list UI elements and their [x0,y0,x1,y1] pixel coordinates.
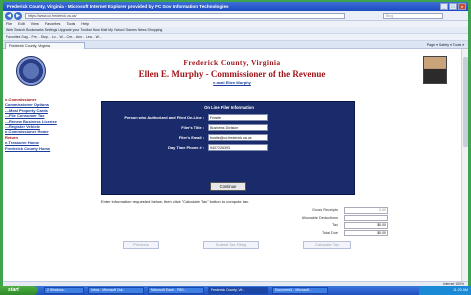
taskbar-item-ie[interactable]: Frederick County, Vir... [208,287,268,294]
taskbar-item-excel[interactable]: Microsoft Excel - FBS... [148,287,204,294]
favorites-bar[interactable]: Favorites Sug... Fre... Stop... Lo... W.… [3,34,468,41]
minimize-button[interactable]: _ [440,3,448,10]
gross-receipts-input[interactable] [344,207,388,214]
taskbar-item-windows[interactable]: 2 Windows... [44,287,84,294]
nav-frederick-county-home[interactable]: Frederick County Home [5,146,93,151]
person-label: Person who Authorized and Filed On-Line … [124,115,204,120]
close-button[interactable]: × [458,3,466,10]
total-due-field [344,229,388,236]
filer-info-form: On Line Filer Information Person who Aut… [101,101,355,195]
back-button[interactable]: ◀ [5,12,13,20]
navigation-bar: ◀ ▶ https://www.co.frederick.va.us/ Bing [3,11,468,21]
previous-button[interactable]: Previous [123,241,159,249]
title-input[interactable] [208,124,268,131]
phone-label: Day Time Phone # : [168,145,204,150]
start-button[interactable]: start [0,286,38,295]
form-row-email: Filer's Email : [112,134,352,142]
vertical-scrollbar[interactable] [461,49,468,281]
tax-label: Tax [332,223,338,227]
phone-input[interactable] [208,144,268,151]
search-input[interactable]: Bing [383,13,443,19]
desktop-frame: Frederick County, Virginia - Microsoft I… [0,0,471,295]
deductions-label: Allowable Deductions [301,215,338,220]
form-row-phone: Day Time Phone # : [112,144,352,152]
instructions-text: Enter information requested below, then … [101,199,250,204]
tab-frederick-county[interactable]: Frederick County, Virginia [5,42,85,49]
taskbar-item-outlook[interactable]: Inbox - Microsoft Out... [88,287,144,294]
person-input[interactable] [208,114,268,121]
page-content: Frederick County, Virginia Ellen E. Murp… [3,49,461,281]
forward-button[interactable]: ▶ [14,12,22,20]
calc-row-total: Total Due [228,229,388,238]
gross-receipts-label: Gross Receipts [312,208,338,212]
yahoo-toolbar[interactable]: Web Search Bookmarks Settings Upgrade yo… [3,27,468,34]
deductions-input[interactable] [344,214,388,221]
calc-row-deductions: Allowable Deductions [228,214,388,223]
system-tray-clock: 11:20 AM [419,286,471,295]
email-input[interactable] [208,134,268,141]
taskbar-item-word[interactable]: Document1 - Microsoft... [272,287,328,294]
tax-calculator: Gross Receipts Allowable Deductions Tax … [228,207,388,237]
scrollbar-thumb[interactable] [463,57,468,147]
email-label: Filer's Email : [178,135,204,140]
title-label: Filer's Title : [181,125,204,130]
tax-field [344,222,388,229]
form-row-title: Filer's Title : [112,124,352,132]
left-navigation: e-Commissioner Commissioner Options ---M… [5,97,93,151]
form-row-person: Person who Authorized and Filed On-Line … [112,114,352,122]
address-bar[interactable]: https://www.co.frederick.va.us/ [25,13,345,19]
calc-row-gross: Gross Receipts [228,207,388,215]
taskbar: start 2 Windows... Inbox - Microsoft Out… [0,286,471,295]
page-commands[interactable]: Page ▾ Safety ▾ Tools ▾ [427,42,464,48]
county-title: Frederick County, Virginia [183,58,281,67]
continue-button[interactable]: Continue [210,182,246,191]
total-due-label: Total Due [321,230,338,235]
window-controls: _ □ × [440,3,466,10]
maximize-button[interactable]: □ [449,3,457,10]
form-heading: On Line Filer Information [204,105,254,110]
window-title: Frederick County, Virginia - Microsoft I… [7,4,229,9]
window-titlebar: Frederick County, Virginia - Microsoft I… [3,2,468,11]
email-link[interactable]: e-mail Ellen Murphy [3,80,461,85]
calculate-tax-button[interactable]: Calculate Tax [303,241,351,249]
calc-row-tax: Tax [228,222,388,230]
tab-bar: Frederick County, Virginia Page ▾ Safety… [3,41,468,49]
commissioner-title: Ellen E. Murphy - Commissioner of the Re… [138,69,326,79]
submit-tax-filing-button[interactable]: Submit Tax Filing [203,241,259,249]
